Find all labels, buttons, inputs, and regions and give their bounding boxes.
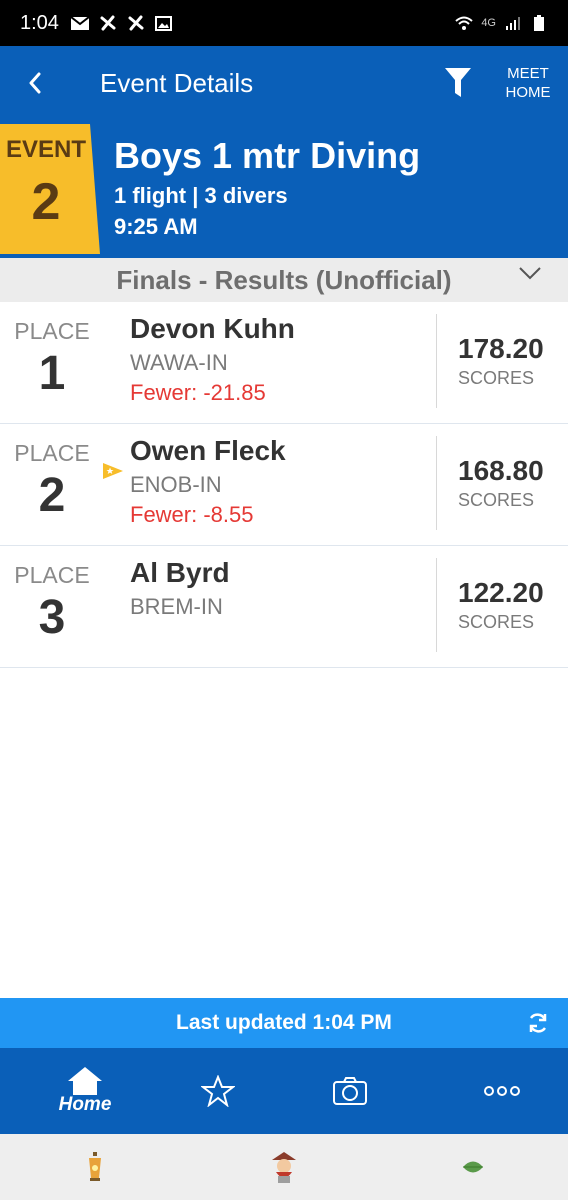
score-value: 122.20 — [458, 577, 544, 608]
diver-name: Devon Kuhn — [130, 313, 295, 344]
diver-name: Owen Fleck — [130, 435, 286, 466]
diver-info: Owen Fleck ENOB-IN Fewer: -8.55 — [130, 434, 286, 530]
chevron-left-icon — [29, 72, 41, 94]
event-number: 2 — [31, 173, 61, 231]
status-time: 1:04 — [20, 11, 59, 34]
score-column: 178.20 SCORES — [458, 332, 544, 390]
score-value: 178.20 — [458, 333, 544, 364]
character-icon[interactable] — [264, 1147, 304, 1187]
diver-info: Al Byrd BREM-IN — [130, 556, 230, 622]
score-difference: Fewer: -8.55 — [130, 502, 254, 527]
nav-camera[interactable] — [265, 1048, 435, 1134]
fan-icon-2 — [127, 15, 145, 31]
diver-name: Al Byrd — [130, 557, 230, 588]
app-header: Event Details MEET HOME — [0, 46, 568, 120]
score-label: SCORES — [458, 368, 535, 388]
event-badge-label: EVENT — [5, 136, 86, 163]
result-row[interactable]: PLACE 3 Al Byrd BREM-IN 122.20 SCORES — [0, 546, 568, 668]
bottom-nav: Home — [0, 1048, 568, 1134]
filter-icon — [445, 68, 471, 97]
score-label: SCORES — [458, 612, 535, 632]
place-column: PLACE 2 — [0, 438, 104, 524]
nav-home[interactable]: Home — [0, 1048, 170, 1134]
more-icon — [483, 1086, 520, 1096]
results-list: PLACE 1 Devon Kuhn WAWA-IN Fewer: -21.85… — [0, 302, 568, 668]
lantern-icon[interactable] — [75, 1147, 115, 1187]
results-section-header[interactable]: Finals - Results (Unofficial) — [0, 258, 568, 302]
home-icon — [68, 1067, 102, 1095]
mail-icon — [70, 15, 89, 31]
place-label: PLACE — [14, 318, 90, 344]
place-number: 3 — [38, 591, 66, 644]
place-column: PLACE 1 — [0, 316, 104, 402]
divider — [436, 558, 437, 652]
network-type: 4G — [481, 17, 496, 29]
place-label: PLACE — [14, 440, 90, 466]
score-label: SCORES — [458, 490, 535, 510]
place-label: PLACE — [14, 562, 90, 588]
image-icon — [155, 15, 173, 31]
camera-icon — [333, 1077, 367, 1105]
filter-button[interactable] — [428, 46, 488, 120]
nav-favorites[interactable] — [170, 1048, 265, 1134]
divider — [436, 436, 437, 530]
event-info: Boys 1 mtr Diving 1 flight | 3 divers 9:… — [114, 134, 420, 242]
battery-icon — [530, 15, 548, 31]
place-column: PLACE 3 — [0, 560, 104, 646]
score-value: 168.80 — [458, 455, 544, 486]
event-title: Boys 1 mtr Diving — [114, 135, 421, 176]
chevron-down-icon — [519, 267, 541, 280]
status-icons-right: 4G — [455, 15, 548, 31]
page-title: Event Details — [100, 67, 254, 98]
diver-team: ENOB-IN — [130, 472, 222, 497]
leaf-icon[interactable] — [453, 1147, 493, 1187]
divider — [436, 314, 437, 408]
last-updated-text: Last updated 1:04 PM — [176, 1011, 392, 1034]
refresh-icon[interactable] — [526, 1011, 550, 1035]
nav-more[interactable] — [435, 1048, 568, 1134]
event-time: 9:25 AM — [114, 214, 198, 239]
diver-info: Devon Kuhn WAWA-IN Fewer: -21.85 — [130, 312, 295, 408]
star-icon — [200, 1075, 235, 1107]
event-meta: 1 flight | 3 divers — [114, 183, 288, 208]
nav-home-label: Home — [58, 1094, 112, 1115]
back-button[interactable] — [0, 46, 70, 120]
last-updated-bar: Last updated 1:04 PM — [0, 998, 568, 1048]
signal-icon — [504, 15, 522, 31]
meet-home-button[interactable]: MEET HOME — [488, 46, 568, 120]
section-title: Finals - Results (Unofficial) — [116, 264, 452, 295]
diver-team: WAWA-IN — [130, 350, 228, 375]
status-bar: 1:04 4G — [0, 0, 568, 46]
place-number: 2 — [38, 469, 66, 522]
status-icons-left — [70, 15, 173, 31]
result-row[interactable]: PLACE 2 Owen Fleck ENOB-IN Fewer: -8.55 … — [0, 424, 568, 546]
score-column: 168.80 SCORES — [458, 454, 544, 512]
place-number: 1 — [38, 347, 66, 400]
diver-team: BREM-IN — [130, 594, 223, 619]
fan-icon — [99, 15, 117, 31]
favorite-marker-icon — [103, 463, 123, 479]
system-nav-bar — [0, 1134, 568, 1200]
score-difference: Fewer: -21.85 — [130, 380, 266, 405]
wifi-icon — [455, 15, 473, 31]
score-column: 122.20 SCORES — [458, 576, 544, 634]
result-row[interactable]: PLACE 1 Devon Kuhn WAWA-IN Fewer: -21.85… — [0, 302, 568, 424]
event-banner: EVENT 2 Boys 1 mtr Diving 1 flight | 3 d… — [0, 120, 568, 258]
